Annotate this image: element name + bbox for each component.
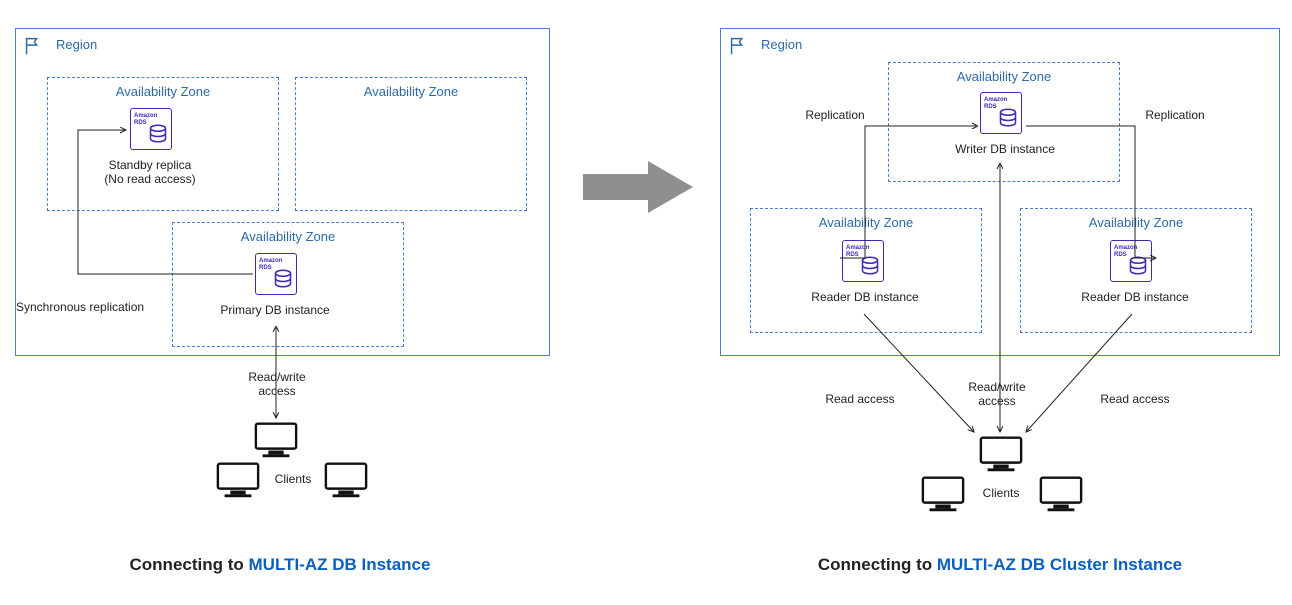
- right-lines: [0, 0, 1292, 605]
- caption-right: Connecting to MULTI-AZ DB Cluster Instan…: [770, 555, 1230, 575]
- clients-label: Clients: [976, 486, 1026, 500]
- monitor-icon: [920, 474, 966, 514]
- monitor-icon: [978, 434, 1024, 474]
- monitor-icon: [1038, 474, 1084, 514]
